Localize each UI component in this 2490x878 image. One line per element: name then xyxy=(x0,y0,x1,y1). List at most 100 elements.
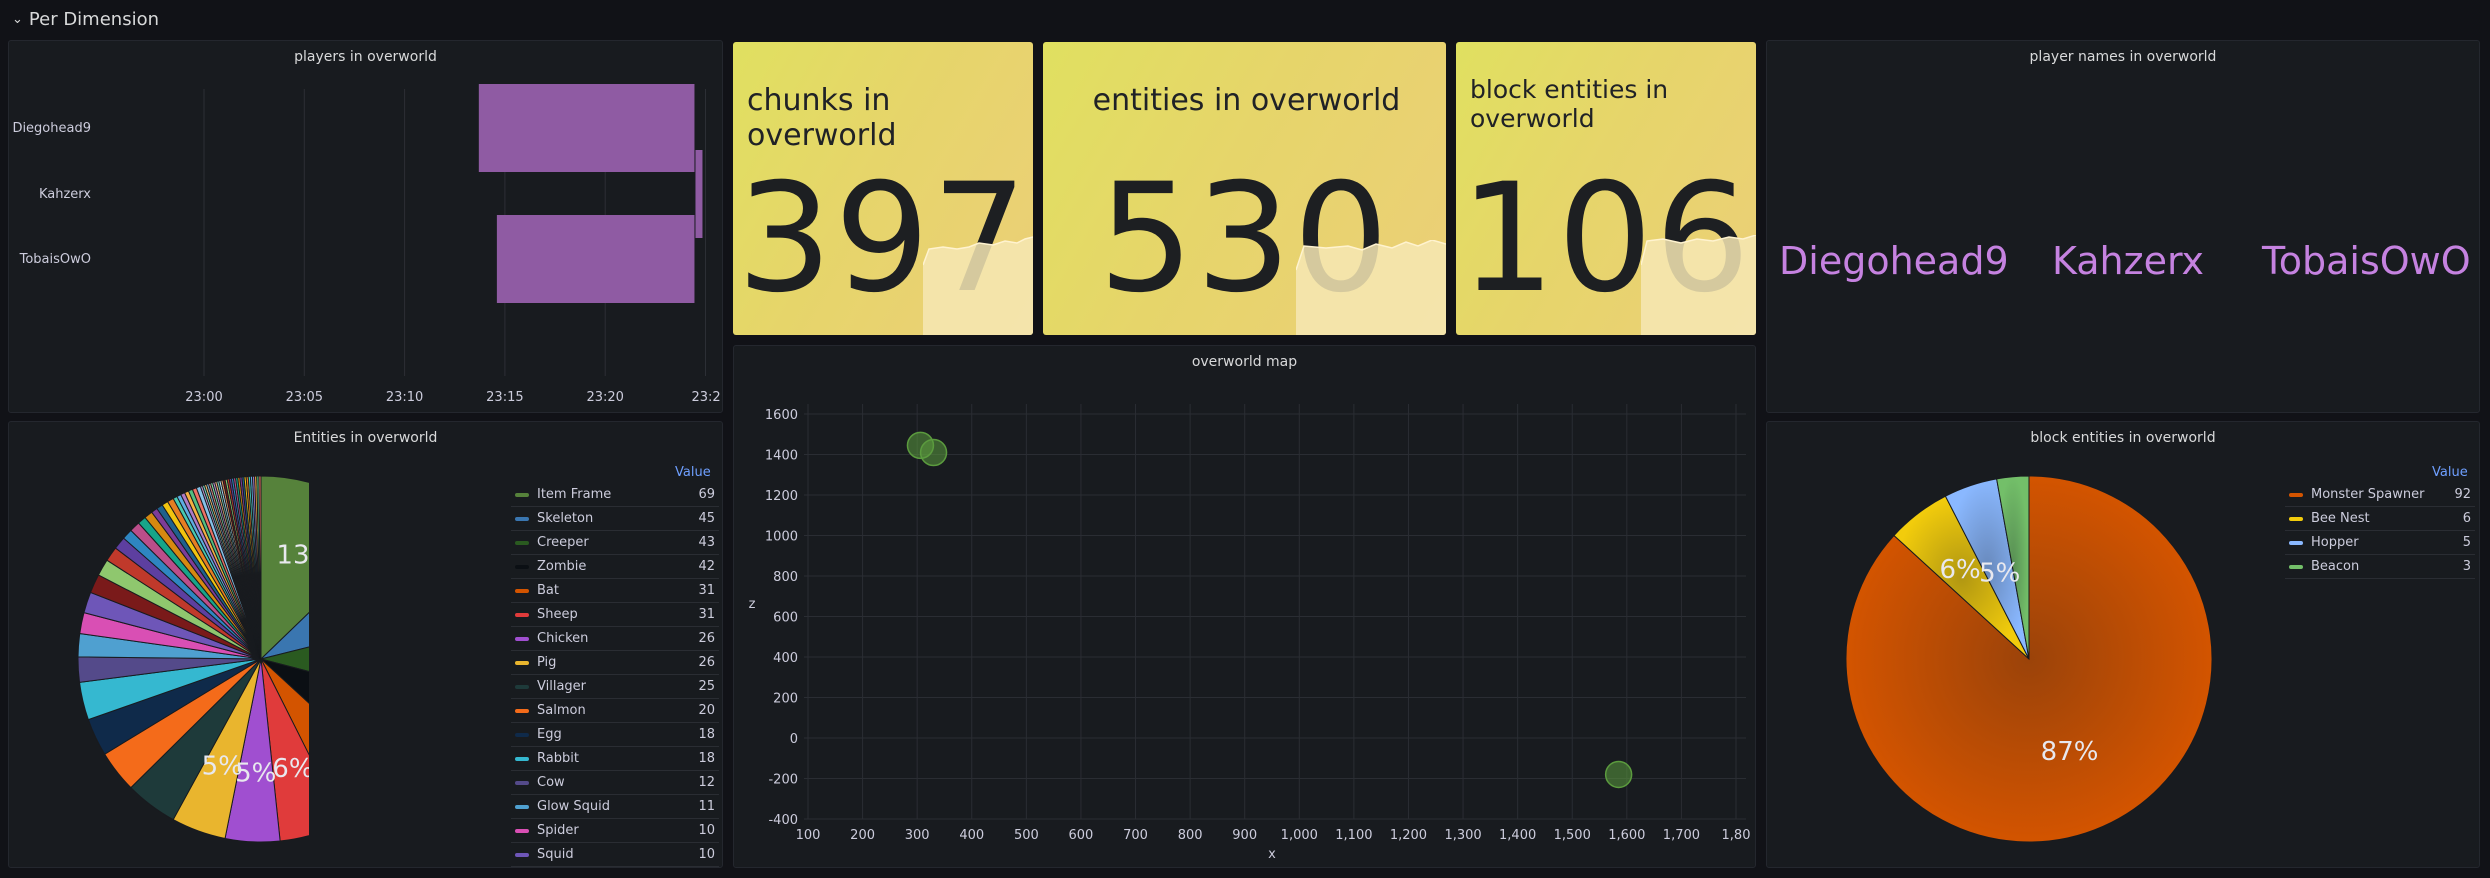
overworld-scatter: 100 200 300 400 500 600 700 800 900 1,000 1,100 1,2… xyxy=(749,404,1751,862)
legend-item[interactable]: Sheep 31 xyxy=(511,604,719,627)
player-name: TobaisOwO xyxy=(2262,239,2471,283)
scatter-point xyxy=(1604,760,1633,789)
x-tick-label: 500 xyxy=(1014,828,1039,843)
x-tick-label: 700 xyxy=(1123,828,1148,843)
legend-label: Sheep xyxy=(537,607,578,622)
legend-label: Bee Nest xyxy=(2311,511,2370,526)
legend-item[interactable]: Hopper 5 xyxy=(2285,532,2475,555)
y-tick-label: 1000 xyxy=(765,530,798,545)
slice-label: 13% xyxy=(276,541,309,571)
x-tick-label: 23:20 xyxy=(586,390,623,405)
row-header-per-dimension[interactable]: ⌄ Per Dimension xyxy=(12,4,159,34)
legend-item[interactable]: Pig 26 xyxy=(511,652,719,675)
legend-swatch xyxy=(2289,493,2303,497)
map-panel[interactable]: overworld map 100 200 300 400 500 600 700 800 90… xyxy=(733,345,1756,868)
legend-value: 5 xyxy=(2462,535,2471,550)
legend-item[interactable]: Villager 25 xyxy=(511,676,719,699)
scatter-point xyxy=(919,438,948,467)
entities-panel[interactable]: Entities in overworld 13%8%8%8%6%6%5%5% … xyxy=(8,421,723,868)
legend-value: 31 xyxy=(698,583,715,598)
player-bar xyxy=(478,84,695,172)
players-panel[interactable]: players in overworld 23:00 23:05 23:10 23:1… xyxy=(8,40,723,413)
x-tick-label: 23:10 xyxy=(386,390,423,405)
x-tick-label: 1,80 xyxy=(1722,828,1751,843)
legend-swatch xyxy=(2289,565,2303,569)
legend-item[interactable]: Item Frame 69 xyxy=(511,484,719,507)
y-tick-label: Kahzerx xyxy=(39,187,91,202)
player-names-panel[interactable]: player names in overworld Diegohead9 Kah… xyxy=(1766,40,2480,413)
y-tick-label: -200 xyxy=(768,773,798,788)
stat-entities[interactable]: entities in overworld 530 xyxy=(1043,42,1446,335)
legend-label: Rabbit xyxy=(537,751,579,766)
legend-item[interactable]: Chicken 26 xyxy=(511,628,719,651)
legend-label: Monster Spawner xyxy=(2311,487,2425,502)
x-tick-label: 23:00 xyxy=(185,390,222,405)
stat-label: chunks in overworld xyxy=(747,83,897,153)
legend-swatch xyxy=(515,733,529,737)
legend-value: 3 xyxy=(2462,559,2471,574)
legend-value: 6 xyxy=(2462,511,2471,526)
y-tick-label: 1400 xyxy=(765,449,798,464)
legend-label: Chicken xyxy=(537,631,589,646)
legend-item[interactable]: Egg 18 xyxy=(511,724,719,747)
legend-item[interactable]: Beacon 3 xyxy=(2285,556,2475,579)
legend-swatch xyxy=(515,757,529,761)
legend-value: 18 xyxy=(698,751,715,766)
legend-value: 92 xyxy=(2454,487,2471,502)
y-tick-label: 600 xyxy=(773,611,798,626)
legend-item[interactable]: Spider 10 xyxy=(511,820,719,843)
legend-value: 69 xyxy=(698,487,715,502)
legend-item[interactable]: Skeleton 45 xyxy=(511,508,719,531)
x-tick-label: 1,200 xyxy=(1390,828,1427,843)
y-tick-label: -400 xyxy=(768,813,798,828)
x-tick-label: 600 xyxy=(1069,828,1094,843)
legend-label: Pig xyxy=(537,655,557,670)
y-tick-label: 1600 xyxy=(765,408,798,423)
legend-item[interactable]: Squid 10 xyxy=(511,844,719,867)
slice-label: 5% xyxy=(202,752,243,782)
legend-header[interactable]: Value xyxy=(675,465,711,480)
y-tick-label: 1200 xyxy=(765,489,798,504)
x-tick-label: 1,300 xyxy=(1444,828,1481,843)
legend-swatch xyxy=(515,853,529,857)
x-tick-label: 1,500 xyxy=(1554,828,1591,843)
y-tick-label: 400 xyxy=(773,651,798,666)
legend-label: Creeper xyxy=(537,535,589,550)
legend-swatch xyxy=(2289,541,2303,545)
legend-value: 11 xyxy=(698,799,715,814)
legend-item[interactable]: Monster Spawner 92 xyxy=(2285,484,2475,507)
x-tick-label: 200 xyxy=(850,828,875,843)
legend-value: 43 xyxy=(698,535,715,550)
legend-item[interactable]: Bat 31 xyxy=(511,580,719,603)
legend-item[interactable]: Zombie 42 xyxy=(511,556,719,579)
legend-swatch xyxy=(515,493,529,497)
legend-swatch xyxy=(515,829,529,833)
legend-swatch xyxy=(515,781,529,785)
legend-item[interactable]: Creeper 43 xyxy=(511,532,719,555)
slice-label: 6% xyxy=(272,754,309,784)
legend-value: 18 xyxy=(698,727,715,742)
legend-item[interactable]: Salmon 20 xyxy=(511,700,719,723)
legend-item[interactable]: Bee Nest 6 xyxy=(2285,508,2475,531)
x-tick-label: 1,100 xyxy=(1335,828,1372,843)
x-tick-label: 1,000 xyxy=(1281,828,1318,843)
x-tick-label: 23:15 xyxy=(486,390,523,405)
legend-swatch xyxy=(515,805,529,809)
legend-swatch xyxy=(515,613,529,617)
legend-swatch xyxy=(2289,517,2303,521)
stat-block-entities[interactable]: block entities in overworld 106 xyxy=(1456,42,1756,335)
x-tick-label: 23:2 xyxy=(692,390,721,405)
legend-swatch xyxy=(515,565,529,569)
legend-item[interactable]: Rabbit 18 xyxy=(511,748,719,771)
legend-label: Glow Squid xyxy=(537,799,611,814)
x-tick-label: 800 xyxy=(1178,828,1203,843)
sparkline xyxy=(1296,240,1446,335)
legend-value: 26 xyxy=(698,655,715,670)
legend-header[interactable]: Value xyxy=(2432,465,2468,480)
y-axis-label: z xyxy=(749,597,756,612)
legend-item[interactable]: Glow Squid 11 xyxy=(511,796,719,819)
block-entities-panel[interactable]: block entities in overworld 87% 6% 5% Valu… xyxy=(1766,421,2480,868)
stat-chunks[interactable]: chunks in overworld 397 xyxy=(733,42,1033,335)
legend-item[interactable]: Cow 12 xyxy=(511,772,719,795)
y-tick-label: Diegohead9 xyxy=(12,121,91,136)
